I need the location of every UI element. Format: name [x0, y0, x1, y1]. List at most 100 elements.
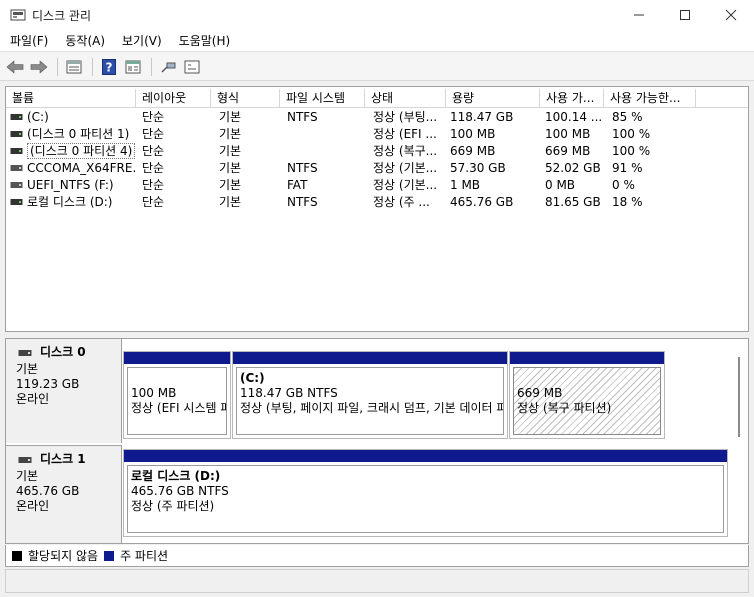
forward-button[interactable] [28, 56, 50, 78]
volume-free-space: 0 MB [545, 178, 576, 192]
partition-status: 정상 (EFI 시스템 파티션) [131, 401, 226, 415]
volume-name: (디스크 0 파티션 4) [27, 143, 136, 159]
table-row-selected[interactable]: (디스크 0 파티션 4) 단순 기본 정상 (복구... 669 MB 669… [6, 143, 748, 160]
disk-0-size: 119.23 GB [16, 377, 80, 391]
partition-color-bar [510, 352, 664, 364]
table-row[interactable]: 로컬 디스크 (D:) 단순 기본 NTFS 정상 (주 ... 465.76 … [6, 194, 748, 211]
volume-layout: 단순 [142, 195, 165, 209]
volume-percent-free: 0 % [612, 178, 635, 192]
legend-label: 주 파티션 [120, 549, 169, 563]
disk-1-partition-d[interactable]: 로컬 디스크 (D:) 465.76 GB NTFS 정상 (주 파티션) [123, 449, 728, 537]
disk-0-name: 디스크 0 [40, 345, 86, 359]
volume-status: 정상 (주 ... [373, 195, 430, 209]
volume-list-header: 볼륨 레이아웃 형식 파일 시스템 상태 용량 사용 가... 사용 가능한..… [6, 89, 748, 108]
column-header-type[interactable]: 형식 [211, 89, 280, 107]
volume-name: CCCOMA_X64FRE... [27, 161, 136, 175]
volume-capacity: 465.76 GB [450, 195, 514, 209]
table-row[interactable]: UEFI_NTFS (F:) 단순 기본 FAT 정상 (기본... 1 MB … [6, 177, 748, 194]
disk-1-name: 디스크 1 [40, 452, 86, 466]
disk-icon [18, 456, 32, 463]
maximize-button[interactable] [662, 0, 708, 30]
volume-status: 정상 (EFI ... [373, 127, 437, 141]
back-arrow-icon [6, 59, 24, 74]
title-bar: 디스크 관리 [0, 0, 754, 30]
column-header-file-system[interactable]: 파일 시스템 [280, 89, 365, 107]
rescan-disks-button[interactable] [181, 56, 203, 78]
back-button[interactable] [4, 56, 26, 78]
column-header-status[interactable]: 상태 [365, 89, 446, 107]
volume-capacity: 669 MB [450, 144, 496, 158]
disk-0-info[interactable]: 디스크 0 기본 119.23 GB 온라인 [6, 339, 122, 443]
menu-file[interactable]: 파일(F) [0, 32, 55, 49]
volume-percent-free: 18 % [612, 195, 643, 209]
menu-action[interactable]: 동작(A) [55, 32, 112, 49]
volume-status: 정상 (부팅... [373, 110, 438, 124]
volume-free-space: 81.65 GB [545, 195, 601, 209]
volume-layout: 단순 [142, 144, 165, 158]
volume-status: 정상 (기본... [373, 178, 438, 192]
volume-status: 정상 (기본... [373, 161, 438, 175]
legend-item-primary: 주 파티션 [104, 547, 168, 564]
volume-percent-free: 91 % [612, 161, 643, 175]
toolbar-separator [151, 57, 152, 76]
connect-disk-button[interactable] [157, 56, 179, 78]
volume-capacity: 1 MB [450, 178, 481, 192]
forward-arrow-icon [30, 59, 48, 74]
column-header-free-space[interactable]: 사용 가... [540, 89, 604, 107]
legend-item-unallocated: 할당되지 않음 [12, 547, 98, 564]
toolbar-separator [92, 57, 93, 76]
maximize-icon [680, 10, 690, 20]
partition-size: 118.47 GB NTFS [240, 386, 338, 400]
properties-button[interactable] [63, 56, 85, 78]
volume-name: (C:) [27, 110, 49, 124]
partition-size: 100 MB [131, 386, 177, 400]
disk-1-size: 465.76 GB [16, 484, 80, 498]
status-bar [5, 569, 749, 593]
graph-pane-scrollbar[interactable] [738, 357, 740, 437]
disk-1-status: 온라인 [16, 499, 50, 513]
legend-label: 할당되지 않음 [28, 549, 99, 563]
disk-0-partition-c[interactable]: (C:) 118.47 GB NTFS 정상 (부팅, 페이지 파일, 크래시 … [232, 351, 508, 439]
partition-color-bar [124, 450, 727, 462]
column-header-capacity[interactable]: 용량 [446, 89, 540, 107]
partition-name: 로컬 디스크 (D:) [131, 469, 221, 483]
disk-0-partition-efi[interactable]: 100 MB 정상 (EFI 시스템 파티션) [123, 351, 231, 439]
volume-list-pane: 볼륨 레이아웃 형식 파일 시스템 상태 용량 사용 가... 사용 가능한..… [5, 86, 749, 332]
partition-color-bar [233, 352, 507, 364]
column-header-percent-free[interactable]: 사용 가능한... [604, 89, 696, 107]
volume-file-system [283, 143, 365, 160]
disk-0-partition-recovery[interactable]: 669 MB 정상 (복구 파티션) [509, 351, 665, 439]
volume-file-system: NTFS [287, 110, 318, 124]
partition-name: (C:) [240, 371, 265, 385]
column-header-volume[interactable]: 볼륨 [6, 89, 136, 107]
legend: 할당되지 않음 주 파티션 [5, 545, 749, 567]
disk-0-type: 기본 [16, 362, 39, 376]
disk-1-info[interactable]: 디스크 1 기본 465.76 GB 온라인 [6, 445, 122, 543]
minimize-button[interactable] [616, 0, 662, 30]
volume-file-system: NTFS [287, 195, 318, 209]
table-row[interactable]: CCCOMA_X64FRE... 단순 기본 NTFS 정상 (기본... 57… [6, 160, 748, 177]
table-row[interactable]: (디스크 0 파티션 1) 단순 기본 정상 (EFI ... 100 MB 1… [6, 126, 748, 143]
help-icon: ? [102, 58, 116, 75]
partition-status: 정상 (주 파티션) [131, 499, 215, 513]
svg-text:?: ? [106, 60, 113, 74]
column-header-layout[interactable]: 레이아웃 [136, 89, 211, 107]
disk-0-status: 온라인 [16, 392, 50, 406]
volume-capacity: 118.47 GB [450, 110, 514, 124]
disk-icon [18, 349, 32, 356]
volume-layout: 단순 [142, 161, 165, 175]
table-row[interactable]: (C:) 단순 기본 NTFS 정상 (부팅... 118.47 GB 100.… [6, 109, 748, 126]
toolbar: ? [0, 53, 754, 81]
menu-view[interactable]: 보기(V) [112, 32, 169, 49]
volume-icon [10, 164, 23, 171]
close-button[interactable] [708, 0, 754, 30]
menu-help[interactable]: 도움말(H) [169, 32, 238, 49]
disk-graphical-pane: 디스크 0 기본 119.23 GB 온라인 100 MB 정상 (EFI 시스… [5, 338, 749, 544]
partition-size: 669 MB [517, 386, 563, 400]
close-icon [725, 9, 737, 21]
help-button[interactable]: ? [98, 56, 120, 78]
volume-type: 기본 [219, 127, 242, 141]
volume-type: 기본 [219, 178, 242, 192]
view-pane-button[interactable] [122, 56, 144, 78]
legend-swatch-primary [104, 550, 115, 561]
